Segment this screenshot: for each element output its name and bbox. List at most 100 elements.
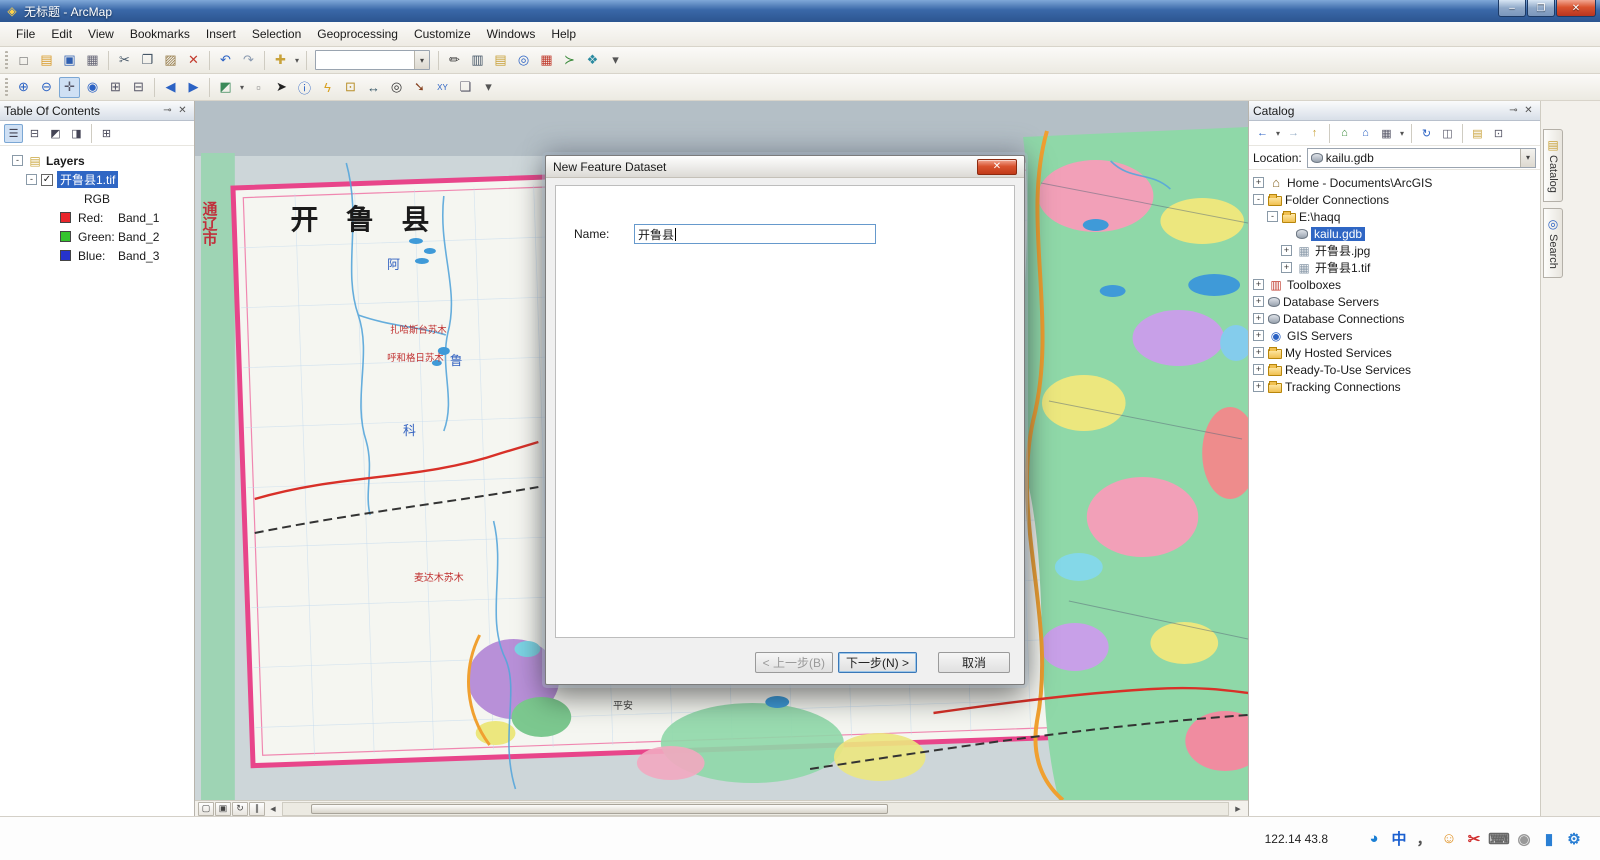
editor-toolbar-button[interactable]: ✏ bbox=[444, 50, 465, 71]
expand-icon[interactable]: + bbox=[1253, 330, 1264, 341]
toc-layers-root-item[interactable]: - Layers bbox=[0, 151, 194, 170]
toggle-contents-panel-button[interactable]: ◫ bbox=[1438, 124, 1457, 143]
launch-arccatalog-button[interactable]: ▤ bbox=[1468, 124, 1487, 143]
list-by-drawing-order-button[interactable]: ☰ bbox=[4, 123, 23, 143]
expand-icon[interactable]: + bbox=[1253, 279, 1264, 290]
expand-icon[interactable]: + bbox=[1253, 296, 1264, 307]
open-document-button[interactable]: ▤ bbox=[36, 50, 57, 71]
catalog-forward-button[interactable]: → bbox=[1284, 124, 1303, 143]
horizontal-scrollbar[interactable] bbox=[282, 801, 1229, 816]
expand-icon[interactable]: + bbox=[1281, 262, 1292, 273]
close-icon[interactable]: ✕ bbox=[175, 103, 190, 118]
print-button[interactable]: ▦ bbox=[82, 50, 103, 71]
cut-button[interactable]: ✂ bbox=[114, 50, 135, 71]
menu-geoprocessing[interactable]: Geoprocessing bbox=[309, 24, 406, 44]
location-combobox[interactable]: kailu.gdb ▾ bbox=[1306, 147, 1536, 168]
go-forward-extent-button[interactable]: ▶ bbox=[183, 77, 204, 98]
catalog-tree-item[interactable]: + My Hosted Services bbox=[1249, 344, 1540, 361]
full-extent-tool[interactable]: ◉ bbox=[82, 77, 103, 98]
catalog-back-button-dropdown[interactable]: ▾ bbox=[1273, 123, 1283, 144]
catalog-tree-item[interactable]: kailu.gdb bbox=[1249, 225, 1540, 242]
menu-selection[interactable]: Selection bbox=[244, 24, 309, 44]
menu-file[interactable]: File bbox=[8, 24, 43, 44]
catalog-back-button[interactable]: ← bbox=[1253, 124, 1272, 143]
toolbar-grip[interactable] bbox=[5, 78, 8, 96]
collapse-icon[interactable]: - bbox=[26, 174, 37, 185]
catalog-tree-item[interactable]: + Tracking Connections bbox=[1249, 378, 1540, 395]
select-features-tool[interactable]: ◩ bbox=[215, 77, 236, 98]
contents-view-button-dropdown[interactable]: ▾ bbox=[1397, 123, 1407, 144]
collapse-icon[interactable]: - bbox=[1253, 194, 1264, 205]
toolbar-grip[interactable] bbox=[5, 51, 8, 69]
find-route-button[interactable]: ➘ bbox=[409, 77, 430, 98]
modelbuilder-button[interactable]: ❖ bbox=[582, 50, 603, 71]
catalog-tree-item[interactable]: + 开鲁县.jpg bbox=[1249, 242, 1540, 259]
expand-icon[interactable]: + bbox=[1281, 245, 1292, 256]
tray-briefcase-icon[interactable]: ▮ bbox=[1539, 829, 1559, 849]
next-button[interactable]: 下一步(N) > bbox=[837, 652, 917, 673]
tools-options-chevron[interactable]: ▾ bbox=[478, 77, 499, 98]
menu-insert[interactable]: Insert bbox=[198, 24, 244, 44]
refresh-button[interactable]: ↻ bbox=[1417, 124, 1436, 143]
collapse-icon[interactable]: - bbox=[1267, 211, 1278, 222]
copy-button[interactable]: ❐ bbox=[137, 50, 158, 71]
toc-band-row[interactable]: Red: Band_1 bbox=[0, 208, 194, 227]
menu-customize[interactable]: Customize bbox=[406, 24, 479, 44]
layer-visibility-checkbox[interactable]: ✓ bbox=[41, 173, 53, 186]
select-features-tool-dropdown[interactable]: ▾ bbox=[237, 77, 247, 98]
go-back-extent-button[interactable]: ◀ bbox=[160, 77, 181, 98]
redo-button[interactable]: ↷ bbox=[238, 50, 259, 71]
map-scale-combobox[interactable]: ▾ bbox=[315, 50, 430, 70]
scroll-right-icon[interactable]: ▶ bbox=[1231, 803, 1245, 815]
side-tab-search[interactable]: Search bbox=[1543, 207, 1563, 278]
minimize-button[interactable]: – bbox=[1498, 0, 1526, 17]
expand-icon[interactable]: + bbox=[1253, 347, 1264, 358]
up-one-level-button[interactable]: ↑ bbox=[1305, 124, 1324, 143]
save-document-button[interactable]: ▣ bbox=[59, 50, 80, 71]
cancel-button[interactable]: 取消 bbox=[938, 652, 1010, 673]
close-button[interactable]: ✕ bbox=[1556, 0, 1596, 17]
catalog-tree-item[interactable]: + 开鲁县1.tif bbox=[1249, 259, 1540, 276]
html-popup-tool[interactable]: ⊡ bbox=[340, 77, 361, 98]
tray-user-icon[interactable]: ◉ bbox=[1514, 829, 1534, 849]
catalog-tree-item[interactable]: + GIS Servers bbox=[1249, 327, 1540, 344]
hyperlink-tool[interactable]: ϟ bbox=[317, 77, 338, 98]
home-folder-button[interactable]: ⌂ bbox=[1356, 124, 1375, 143]
expand-icon[interactable]: + bbox=[1253, 381, 1264, 392]
paste-button[interactable]: ▨ bbox=[160, 50, 181, 71]
select-elements-tool[interactable]: ➤ bbox=[271, 77, 292, 98]
list-by-selection-button[interactable]: ◨ bbox=[67, 124, 86, 143]
catalog-tree-item[interactable]: + Toolboxes bbox=[1249, 276, 1540, 293]
catalog-options-button[interactable]: ⊡ bbox=[1489, 124, 1508, 143]
menu-bookmarks[interactable]: Bookmarks bbox=[122, 24, 198, 44]
search-window-button[interactable]: ◎ bbox=[513, 50, 534, 71]
toolbar-options-chevron[interactable]: ▾ bbox=[605, 50, 626, 71]
pin-icon[interactable]: ⊸ bbox=[160, 103, 175, 118]
catalog-tree-item[interactable]: + Home - Documents\ArcGIS bbox=[1249, 174, 1540, 191]
pan-tool[interactable]: ✛ bbox=[59, 76, 80, 98]
side-tab-catalog[interactable]: Catalog bbox=[1543, 129, 1563, 202]
zoom-out-tool[interactable]: ⊖ bbox=[36, 77, 57, 98]
catalog-tree-item[interactable]: - Folder Connections bbox=[1249, 191, 1540, 208]
toc-options-button[interactable]: ⊞ bbox=[97, 124, 116, 143]
attribute-table-button[interactable]: ▥ bbox=[467, 50, 488, 71]
menu-edit[interactable]: Edit bbox=[43, 24, 80, 44]
tray-messenger-icon[interactable]: ◕ bbox=[1364, 829, 1384, 849]
chevron-down-icon[interactable]: ▾ bbox=[1520, 148, 1535, 167]
close-icon[interactable]: ✕ bbox=[1521, 103, 1536, 118]
tray-ime-punctuation-icon[interactable]: ， bbox=[1414, 829, 1434, 849]
scroll-left-icon[interactable]: ◀ bbox=[266, 803, 280, 815]
open-viewer-window-button[interactable]: ❏ bbox=[455, 77, 476, 98]
tray-scissors-icon[interactable]: ✂ bbox=[1464, 829, 1484, 849]
default-geodatabase-button[interactable]: ⌂ bbox=[1335, 124, 1354, 143]
collapse-icon[interactable]: - bbox=[12, 155, 23, 166]
tray-settings-icon[interactable]: ⚙ bbox=[1564, 829, 1584, 849]
toc-layer-item[interactable]: - ✓ 开鲁县1.tif bbox=[0, 170, 194, 189]
menu-windows[interactable]: Windows bbox=[479, 24, 544, 44]
expand-icon[interactable]: + bbox=[1253, 177, 1264, 188]
menu-help[interactable]: Help bbox=[543, 24, 584, 44]
tray-keyboard-icon[interactable]: ⌨ bbox=[1488, 829, 1510, 849]
arctoolbox-button[interactable]: ▦ bbox=[536, 50, 557, 71]
catalog-tree-item[interactable]: + Database Servers bbox=[1249, 293, 1540, 310]
tray-emoji-icon[interactable]: ☺ bbox=[1439, 829, 1459, 849]
